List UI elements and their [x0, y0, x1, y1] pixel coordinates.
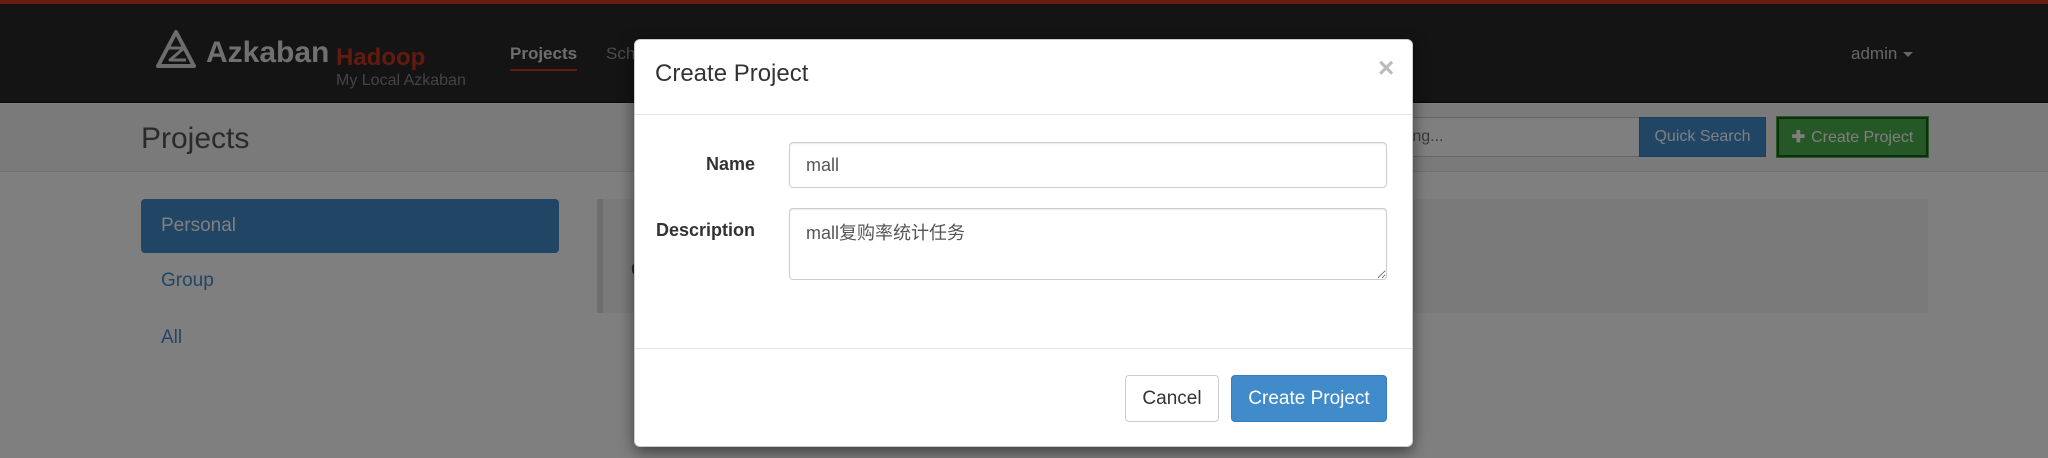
description-label: Description [655, 220, 755, 240]
modal-header-divider [635, 114, 1412, 115]
modal-title: Create Project [655, 60, 809, 87]
project-name-input[interactable] [789, 142, 1387, 188]
project-description-input[interactable]: mall复购率统计任务 [789, 208, 1387, 280]
create-project-submit-button[interactable]: Create Project [1231, 375, 1387, 422]
modal-footer-divider [635, 348, 1412, 349]
name-label: Name [705, 154, 755, 174]
close-icon[interactable]: × [1378, 54, 1394, 82]
cancel-button[interactable]: Cancel [1125, 375, 1219, 422]
create-project-modal: Create Project × Name Description mall复购… [634, 39, 1413, 447]
